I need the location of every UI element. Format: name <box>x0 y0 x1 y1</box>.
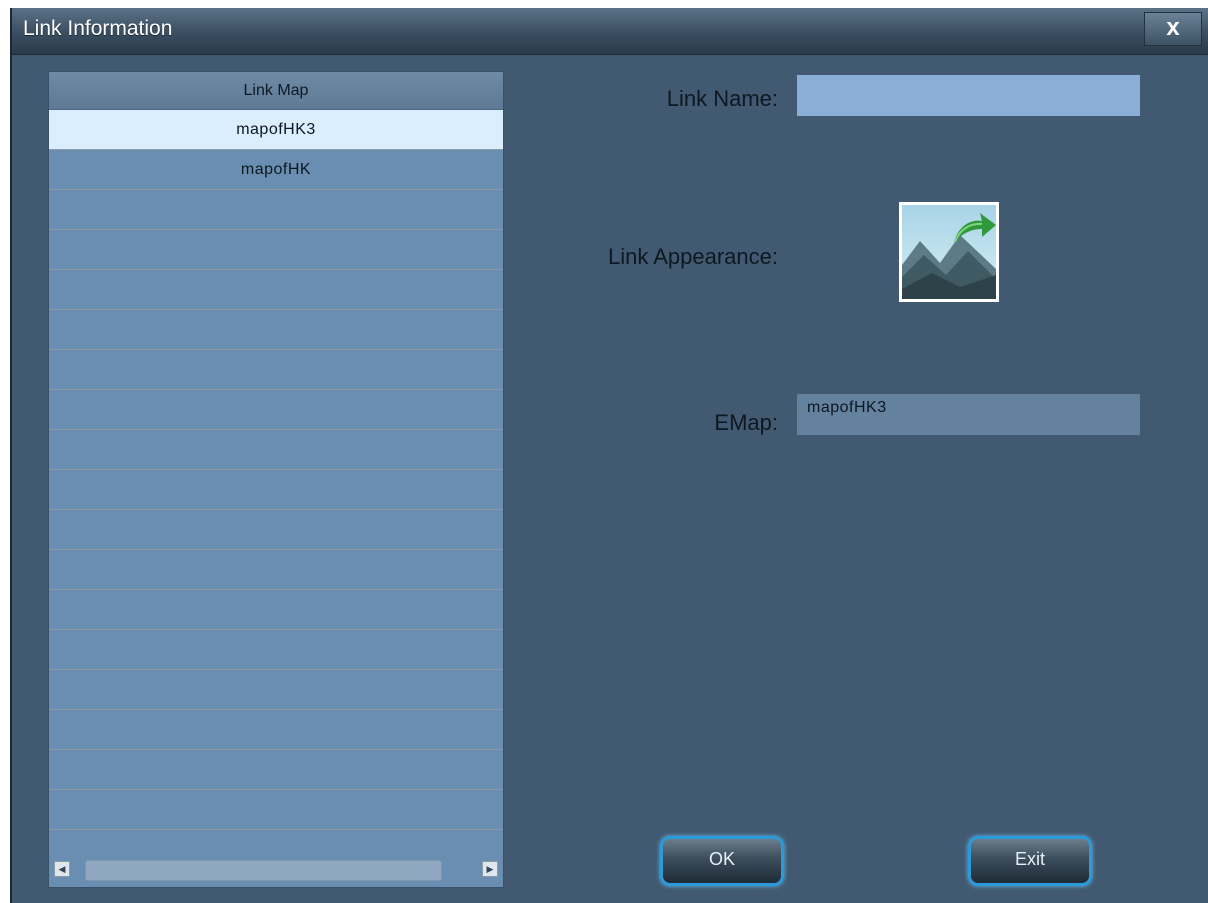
ok-button[interactable]: OK <box>660 836 784 886</box>
horizontal-scrollbar[interactable]: ◀ ▶ <box>49 851 503 887</box>
list-item[interactable] <box>49 510 503 550</box>
link-name-input[interactable] <box>797 75 1140 116</box>
list-item[interactable] <box>49 310 503 350</box>
list-item[interactable]: mapofHK3 <box>49 110 503 150</box>
list-item[interactable] <box>49 230 503 270</box>
list-rows: mapofHK3 mapofHK <box>49 110 503 887</box>
link-map-list: Link Map mapofHK3 mapofHK ◀ ▶ <box>48 71 504 888</box>
emap-label: EMap: <box>714 410 778 435</box>
link-information-dialog: Link Information x Link Map mapofHK3 mapo… <box>10 8 1208 903</box>
exit-button[interactable]: Exit <box>968 836 1092 886</box>
list-item[interactable] <box>49 390 503 430</box>
list-item[interactable] <box>49 270 503 310</box>
link-name-label: Link Name: <box>666 86 778 111</box>
emap-value-field: mapofHK3 <box>797 394 1140 435</box>
list-item[interactable] <box>49 350 503 390</box>
link-map-column-header[interactable]: Link Map <box>49 72 503 110</box>
list-item[interactable]: mapofHK <box>49 150 503 190</box>
title-bar[interactable]: Link Information x <box>12 8 1208 55</box>
close-button[interactable]: x <box>1144 12 1202 46</box>
link-appearance-label: Link Appearance: <box>607 244 778 269</box>
dialog-title: Link Information <box>23 17 173 40</box>
list-item[interactable] <box>49 550 503 590</box>
map-link-image-icon[interactable] <box>899 202 999 302</box>
list-item[interactable] <box>49 670 503 710</box>
list-item[interactable] <box>49 190 503 230</box>
list-item[interactable] <box>49 430 503 470</box>
scroll-left-arrow-icon[interactable]: ◀ <box>54 861 70 877</box>
list-item[interactable] <box>49 630 503 670</box>
list-item[interactable] <box>49 790 503 830</box>
list-item[interactable] <box>49 470 503 510</box>
scroll-thumb[interactable] <box>85 860 442 881</box>
list-item[interactable] <box>49 710 503 750</box>
list-item[interactable] <box>49 750 503 790</box>
scroll-right-arrow-icon[interactable]: ▶ <box>482 861 498 877</box>
list-item[interactable] <box>49 590 503 630</box>
